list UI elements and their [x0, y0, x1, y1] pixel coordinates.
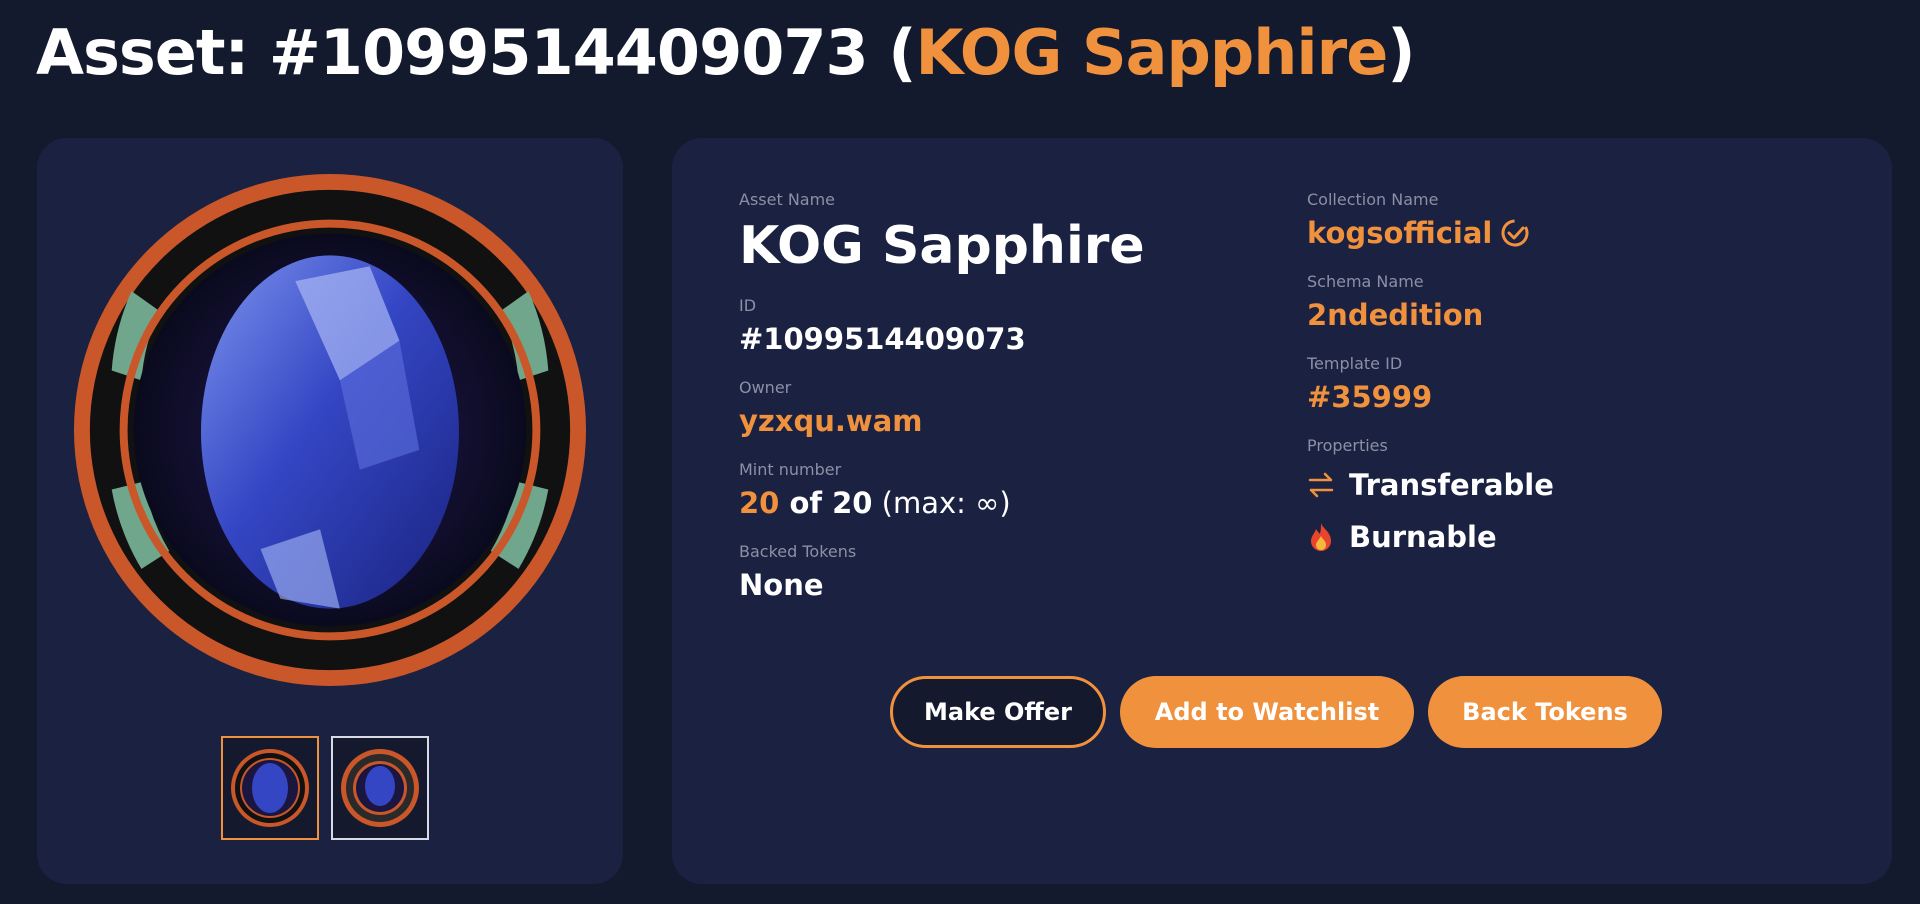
details-left-column: Asset Name KOG Sapphire ID #109951440907… [739, 190, 1145, 624]
page-title: Asset: #1099514409073 (KOG Sapphire) [36, 14, 1416, 92]
arrows-swap-icon [1307, 471, 1335, 499]
mint-number-value: 20 of 20 (max: ∞) [739, 484, 1145, 522]
asset-main-image[interactable] [72, 170, 588, 690]
details-card: Asset Name KOG Sapphire ID #109951440907… [672, 138, 1892, 884]
fire-icon [1307, 523, 1335, 551]
media-card [37, 138, 623, 884]
thumbnail-1-image [231, 749, 309, 827]
check-circle-icon [1500, 218, 1530, 248]
thumbnail-2[interactable] [331, 736, 429, 840]
collection-name-value: kogsofficial [1307, 216, 1493, 250]
property-burnable-label: Burnable [1349, 520, 1497, 554]
mint-supply: of 20 [779, 486, 873, 520]
make-offer-button[interactable]: Make Offer [890, 676, 1106, 748]
mint-number-label: Mint number [739, 460, 842, 479]
property-burnable: Burnable [1307, 518, 1554, 556]
thumbnail-strip [221, 736, 429, 840]
owner-link[interactable]: yzxqu.wam [739, 402, 1145, 440]
owner-label: Owner [739, 378, 792, 397]
page-title-prefix: Asset: #1099514409073 ( [36, 16, 917, 89]
property-transferable-label: Transferable [1349, 468, 1554, 502]
thumbnail-1[interactable] [221, 736, 319, 840]
page-title-asset-name: KOG Sapphire [915, 16, 1389, 89]
schema-link[interactable]: 2ndedition [1307, 296, 1554, 334]
mint-number: 20 [739, 486, 780, 520]
id-label: ID [739, 296, 757, 315]
thumbnail-2-image [341, 749, 419, 827]
template-id-link[interactable]: #35999 [1307, 378, 1554, 416]
property-transferable: Transferable [1307, 466, 1554, 504]
collection-name-label: Collection Name [1307, 190, 1439, 209]
add-to-watchlist-button[interactable]: Add to Watchlist [1120, 676, 1414, 748]
schema-name-label: Schema Name [1307, 272, 1424, 291]
details-right-column: Collection Name kogsofficial Schema Name… [1307, 190, 1554, 570]
action-buttons: Make Offer Add to Watchlist Back Tokens [890, 676, 1662, 748]
collection-link[interactable]: kogsofficial [1307, 214, 1554, 252]
mint-max: (max: ∞) [872, 486, 1011, 520]
id-value: #1099514409073 [739, 322, 1026, 356]
back-tokens-button[interactable]: Back Tokens [1428, 676, 1662, 748]
backed-tokens-label: Backed Tokens [739, 542, 857, 561]
asset-name-value: KOG Sapphire [739, 216, 1145, 276]
properties-label: Properties [1307, 436, 1388, 455]
asset-name-label: Asset Name [739, 190, 836, 209]
page-title-suffix: ) [1387, 16, 1415, 89]
template-id-label: Template ID [1307, 354, 1403, 373]
backed-tokens-value: None [739, 568, 824, 602]
